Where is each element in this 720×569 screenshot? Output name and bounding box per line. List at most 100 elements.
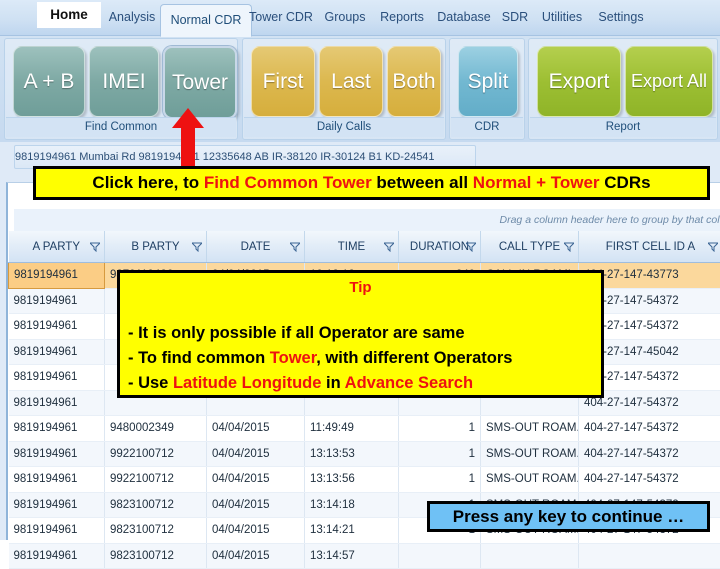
table-row[interactable]: 9819194961992210071204/04/201513:13:561S… (9, 467, 720, 493)
cell-a-party: 9819194961 (9, 543, 105, 569)
ribbon-tab-settings[interactable]: Settings (586, 4, 656, 31)
ribbon-button-export-all[interactable]: Export All (625, 46, 713, 117)
callout-text-part1: Click here, to (92, 173, 203, 192)
tip-line-3: - Use Latitude Longitude in Advance Sear… (128, 371, 593, 396)
callout-text-part2: between all (372, 173, 473, 192)
ribbon-body: A + BIMEITowerFind CommonFirstLastBothDa… (0, 35, 720, 142)
cell-time: 11:49:49 (305, 416, 399, 442)
cell-date: 04/04/2015 (207, 467, 305, 493)
filter-funnel-icon[interactable] (564, 242, 574, 252)
cell-time: 13:14:18 (305, 492, 399, 518)
cell-duration: 1 (399, 467, 481, 493)
filter-funnel-icon[interactable] (466, 242, 476, 252)
cell-a-party: 9819194961 (9, 390, 105, 416)
cell-duration: 1 (399, 416, 481, 442)
column-header-a-party[interactable]: A PARTY (9, 231, 105, 263)
column-header-label: DURATION (410, 241, 469, 253)
cell-date: 04/04/2015 (207, 543, 305, 569)
column-header-time[interactable]: TIME (305, 231, 399, 263)
ribbon-button-last[interactable]: Last (319, 46, 383, 117)
cell-b-party: 9480002349 (105, 416, 207, 442)
ribbon-tab-database[interactable]: Database (426, 4, 502, 31)
ribbon-group-cdr: SplitCDR (449, 38, 525, 140)
cell-time: 13:13:53 (305, 441, 399, 467)
cell-first-cell-id-a: 404-27-147-54372 (579, 416, 720, 442)
filter-funnel-icon[interactable] (290, 242, 300, 252)
ribbon-button-a-b[interactable]: A + B (13, 46, 85, 117)
cell-a-party: 9819194961 (9, 416, 105, 442)
tip-line-3-prefix: - Use (128, 374, 173, 392)
cell-a-party: 9819194961 (9, 263, 105, 289)
column-header-b-party[interactable]: B PARTY (105, 231, 207, 263)
cell-first-cell-id-a (579, 543, 720, 569)
tip-line-2-highlight-tower: Tower (270, 349, 316, 367)
press-any-key-label: Press any key to continue … (453, 507, 684, 526)
tip-title: Tip (128, 277, 593, 299)
cell-b-party: 9823100712 (105, 518, 207, 544)
cell-a-party: 9819194961 (9, 339, 105, 365)
ribbon-group-daily-calls: FirstLastBothDaily Calls (242, 38, 446, 140)
cell-time: 13:14:57 (305, 543, 399, 569)
ribbon-tab-analysis[interactable]: Analysis (94, 4, 170, 31)
filter-funnel-icon[interactable] (90, 242, 100, 252)
cell-a-party: 9819194961 (9, 365, 105, 391)
cell-a-party: 9819194961 (9, 467, 105, 493)
cell-call-type: SMS-OUT ROAM... (481, 441, 579, 467)
tip-line-3-highlight-advance-search: Advance Search (345, 374, 473, 392)
filter-funnel-icon[interactable] (192, 242, 202, 252)
tip-line-2: - To find common Tower, with different O… (128, 346, 593, 371)
tip-line-2-prefix: - To find common (128, 349, 270, 367)
cell-date: 04/04/2015 (207, 518, 305, 544)
cell-a-party: 9819194961 (9, 314, 105, 340)
cell-b-party: 9922100712 (105, 441, 207, 467)
column-header-label: B PARTY (131, 241, 179, 253)
ribbon-tab-tower-cdr[interactable]: Tower CDR (240, 4, 322, 31)
ribbon-group-label: Report (530, 117, 716, 137)
red-up-arrow-icon (168, 108, 208, 170)
filter-funnel-icon[interactable] (384, 242, 394, 252)
cell-a-party: 9819194961 (9, 518, 105, 544)
ribbon-group-label: Daily Calls (244, 117, 444, 137)
ribbon-button-first[interactable]: First (251, 46, 315, 117)
column-header-label: DATE (241, 241, 271, 253)
cell-duration: 1 (399, 441, 481, 467)
ribbon: HomeAnalysisNormal CDRTower CDRGroupsRep… (0, 0, 720, 142)
cell-time: 13:14:21 (305, 518, 399, 544)
table-row[interactable]: 9819194961948000234904/04/201511:49:491S… (9, 416, 720, 442)
table-row[interactable]: 9819194961982310071204/04/201513:14:57 (9, 543, 720, 569)
tip-line-1: - It is only possible if all Operator ar… (128, 321, 593, 346)
tip-line-1-text: - It is only possible if all Operator ar… (128, 324, 465, 342)
group-by-drag-hint: Drag a column header here to group by th… (14, 209, 720, 232)
cell-a-party: 9819194961 (9, 288, 105, 314)
find-common-tower-callout: Click here, to Find Common Tower between… (33, 166, 710, 200)
press-any-key-banner[interactable]: Press any key to continue … (427, 501, 710, 532)
column-header-first-cell-id-a[interactable]: FIRST CELL ID A (579, 231, 720, 263)
filter-funnel-icon[interactable] (708, 242, 718, 252)
table-header-row: A PARTY B PARTY DATE TIME DURATION CALL TYPEF… (9, 231, 720, 263)
ribbon-tab-home[interactable]: Home (38, 3, 100, 27)
column-header-call-type[interactable]: CALL TYPE (481, 231, 579, 263)
cell-duration (399, 543, 481, 569)
cell-date: 04/04/2015 (207, 441, 305, 467)
tip-line-2-suffix: , with different Operators (316, 349, 512, 367)
column-header-date[interactable]: DATE (207, 231, 305, 263)
tip-line-3-mid: in (321, 374, 344, 392)
ribbon-tab-strip: HomeAnalysisNormal CDRTower CDRGroupsRep… (0, 0, 720, 36)
tip-line-3-highlight-latlong: Latitude Longitude (173, 374, 321, 392)
cell-b-party: 9823100712 (105, 543, 207, 569)
cell-time: 13:13:56 (305, 467, 399, 493)
cell-call-type: SMS-OUT ROAM... (481, 416, 579, 442)
ribbon-button-imei[interactable]: IMEI (89, 46, 159, 117)
column-header-duration[interactable]: DURATION (399, 231, 481, 263)
table-row[interactable]: 9819194961992210071204/04/201513:13:531S… (9, 441, 720, 467)
ribbon-button-export[interactable]: Export (537, 46, 621, 117)
cell-a-party: 9819194961 (9, 492, 105, 518)
cell-call-type: SMS-OUT ROAM... (481, 467, 579, 493)
ribbon-tab-normal-cdr[interactable]: Normal CDR (160, 4, 252, 37)
ribbon-button-split[interactable]: Split (458, 46, 518, 117)
callout-text-part3: CDRs (600, 173, 651, 192)
cell-first-cell-id-a: 404-27-147-54372 (579, 467, 720, 493)
ribbon-button-both[interactable]: Both (387, 46, 441, 117)
cell-b-party: 9922100712 (105, 467, 207, 493)
column-header-label: TIME (338, 241, 365, 253)
